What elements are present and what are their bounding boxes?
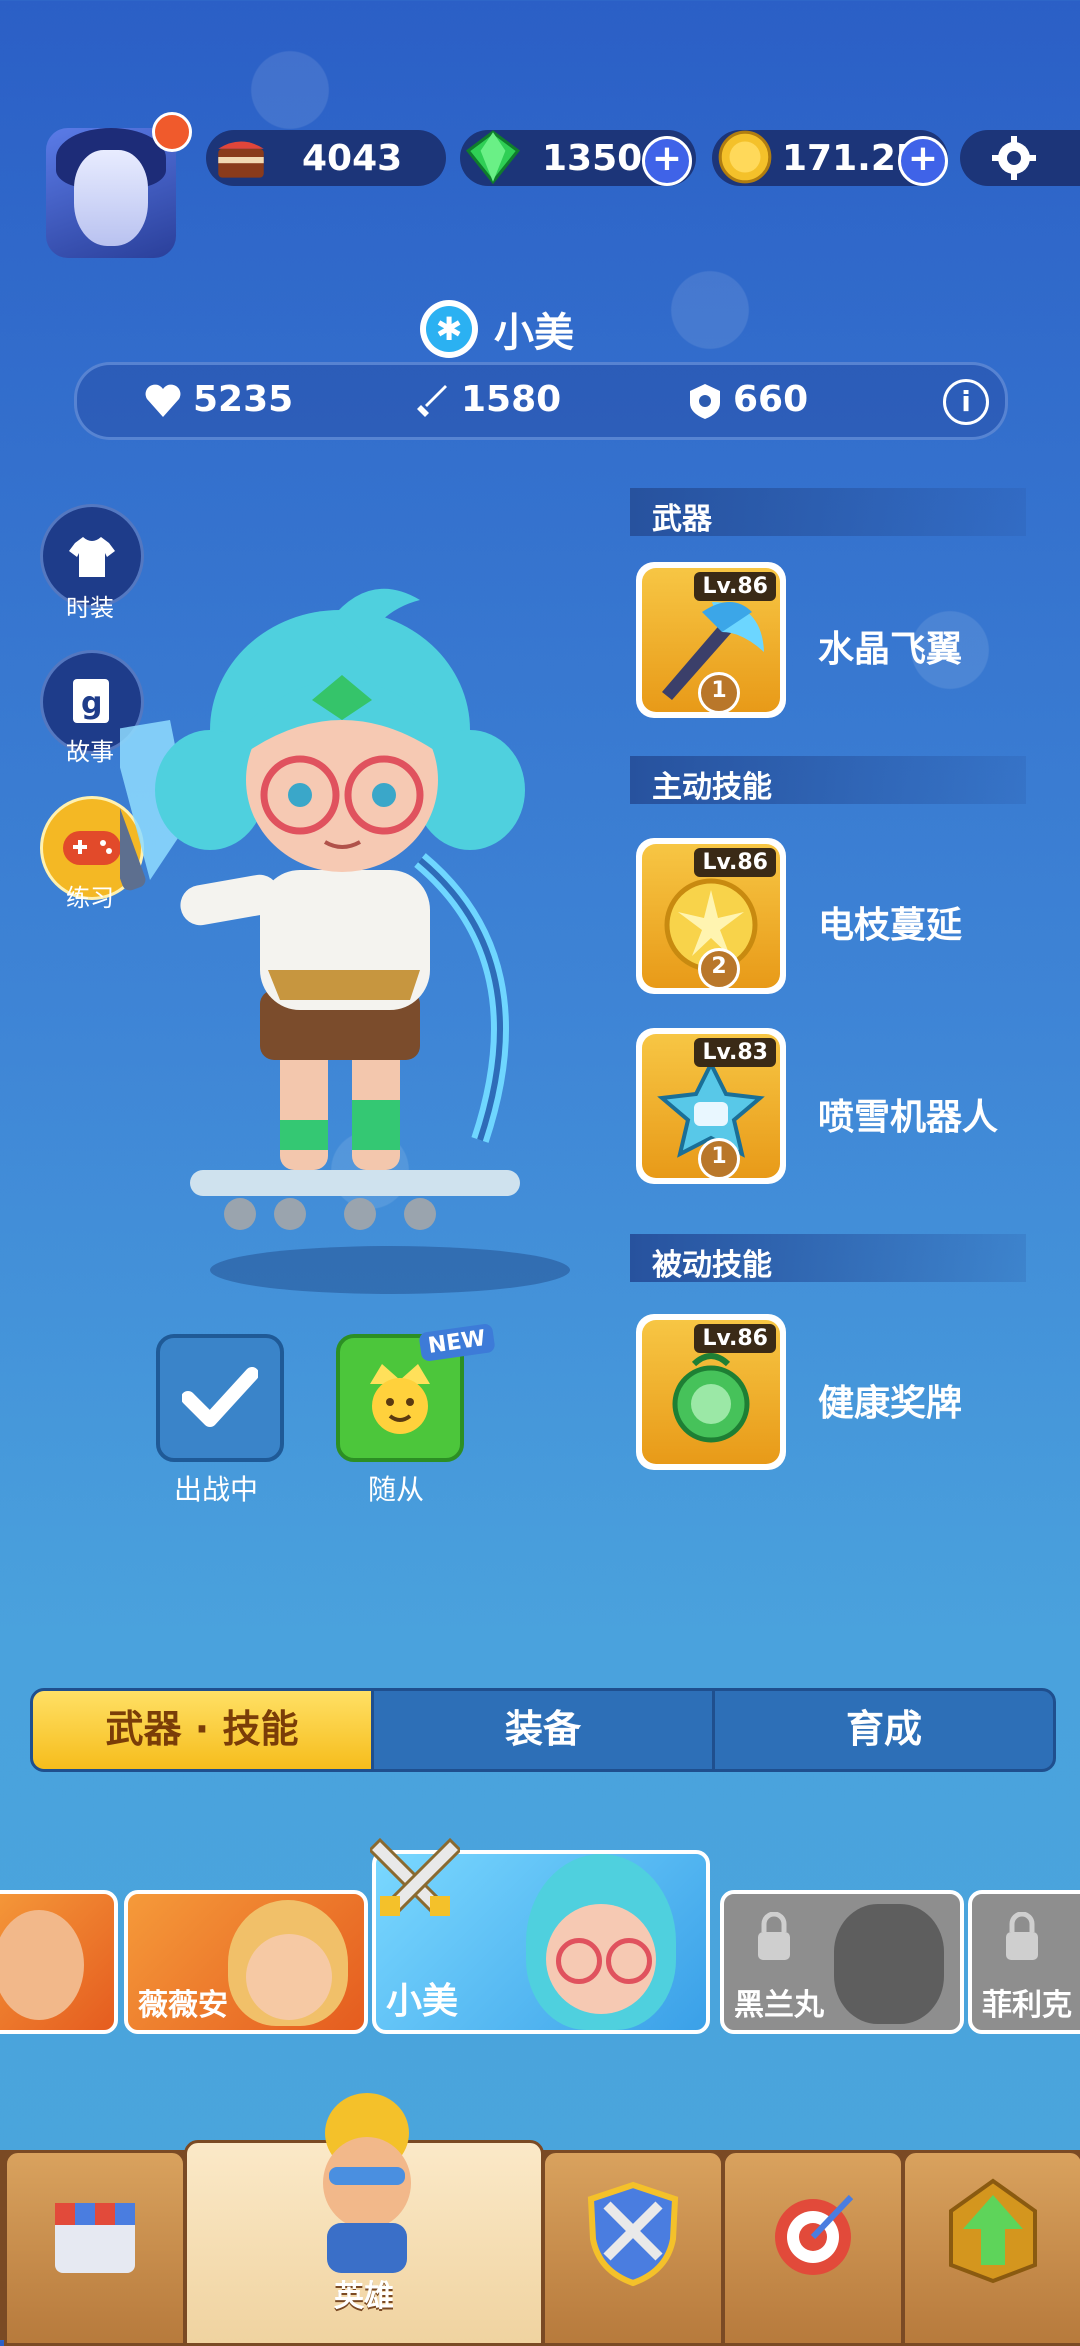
hero-stats-bar: 5235 1580 660 i [74, 362, 1008, 440]
nav-upgrade[interactable] [902, 2150, 1080, 2346]
active-skill-star-badge: 1 [698, 1138, 740, 1178]
health-medal-icon [672, 1353, 750, 1443]
active-skill-card[interactable]: Lv.83 1 [636, 1028, 786, 1184]
weapon-section-header: 武器 [630, 488, 1026, 537]
settings-button[interactable] [960, 130, 1080, 186]
coin-currency: 171.2K + [712, 130, 948, 186]
cake-amount: 4043 [302, 138, 403, 179]
gem-currency: 1350 + [460, 130, 696, 186]
passive-skills-section-header: 被动技能 [630, 1234, 1026, 1283]
crown-face-icon [370, 1364, 430, 1434]
gem-amount: 1350 [542, 138, 643, 179]
weapon-star-badge: 1 [698, 672, 740, 712]
checkmark-icon [182, 1367, 258, 1427]
info-button[interactable]: i [943, 379, 989, 425]
hero-card-label: 菲利克 [982, 1988, 1072, 2023]
notification-dot [152, 112, 192, 152]
gem-icon [465, 130, 521, 185]
player-avatar[interactable] [46, 128, 176, 258]
deployed-toggle[interactable] [156, 1334, 284, 1462]
active-skill-level: Lv.83 [694, 1038, 776, 1067]
new-tag: NEW [418, 1323, 496, 1362]
nav-battle[interactable] [542, 2150, 724, 2346]
cake-currency: 4043 [206, 130, 446, 186]
svg-text:g: g [81, 686, 102, 721]
hero-card-label: 黑兰丸 [734, 1988, 824, 2023]
shirt-icon [69, 537, 115, 577]
deployed-label: 出战中 [173, 1473, 258, 1506]
nav-heroes-label: 英雄 [334, 2279, 394, 2314]
gear-icon [992, 136, 1036, 180]
shop-icon [55, 2203, 135, 2273]
nav-target[interactable] [722, 2150, 904, 2346]
target-icon [775, 2194, 854, 2275]
hero-card-felix-locked[interactable]: 菲利克 [968, 1890, 1080, 2034]
cake-icon [218, 141, 264, 178]
book-icon: g [73, 679, 109, 723]
active-skill-name: 电枝蔓延 [818, 905, 963, 946]
sword-icon [417, 385, 447, 417]
passive-skills-section-title: 被动技能 [652, 1248, 772, 1283]
active-skill-level: Lv.86 [694, 848, 776, 877]
lock-icon [758, 1912, 790, 1960]
weapon-name: 水晶飞翼 [818, 629, 963, 670]
active-skills-section-title: 主动技能 [652, 770, 772, 805]
hero-avatar-icon [323, 2093, 411, 2273]
heart-icon [145, 384, 181, 417]
lock-icon [1006, 1912, 1038, 1960]
follower-label: 随从 [367, 1473, 424, 1506]
attack-value: 1580 [461, 379, 562, 420]
add-gems-button[interactable]: + [642, 136, 692, 186]
health-value: 5235 [193, 379, 294, 420]
passive-skill-card[interactable]: Lv.86 [636, 1314, 786, 1470]
crossed-swords-icon [370, 1837, 460, 1916]
hero-card-label: 薇薇安 [138, 1988, 228, 2023]
hero-class-icon: ✱ [420, 300, 478, 358]
hero-character-model [120, 588, 570, 1294]
weapon-card[interactable]: Lv.86 1 [636, 562, 786, 718]
passive-skill-level: Lv.86 [694, 1324, 776, 1353]
coin-icon [718, 130, 772, 184]
hero-card-kuromaru-locked[interactable]: 黑兰丸 [720, 1890, 964, 2034]
active-skill-name: 喷雪机器人 [818, 1097, 999, 1138]
active-skills-section-header: 主动技能 [630, 756, 1026, 805]
hero-card-label: 小美 [386, 1981, 459, 2022]
gamepad-icon [63, 831, 121, 865]
active-skill-star-badge: 2 [698, 948, 740, 988]
hero-name: 小美 [494, 310, 574, 356]
nav-heroes[interactable]: 英雄 [184, 2093, 544, 2346]
tab-equipment[interactable]: 装备 [374, 1691, 715, 1769]
weapon-section-title: 武器 [652, 502, 712, 537]
tab-training[interactable]: 育成 [715, 1691, 1053, 1769]
active-skill-card[interactable]: Lv.86 2 [636, 838, 786, 994]
tab-weapon-skills[interactable]: 武器 · 技能 [33, 1691, 374, 1769]
upgrade-arrow-icon [949, 2178, 1037, 2284]
battle-shield-icon [587, 2181, 679, 2287]
defense-value: 660 [733, 379, 809, 420]
nav-shop[interactable] [4, 2150, 186, 2346]
hero-card-vivian[interactable]: 薇薇安 [124, 1890, 368, 2034]
add-coins-button[interactable]: + [898, 136, 948, 186]
passive-skill-name: 健康奖牌 [818, 1383, 963, 1424]
hero-tabs: 武器 · 技能 装备 育成 [30, 1688, 1056, 1772]
shield-icon [690, 384, 720, 419]
hero-card[interactable] [0, 1890, 118, 2034]
weapon-level: Lv.86 [694, 572, 776, 601]
